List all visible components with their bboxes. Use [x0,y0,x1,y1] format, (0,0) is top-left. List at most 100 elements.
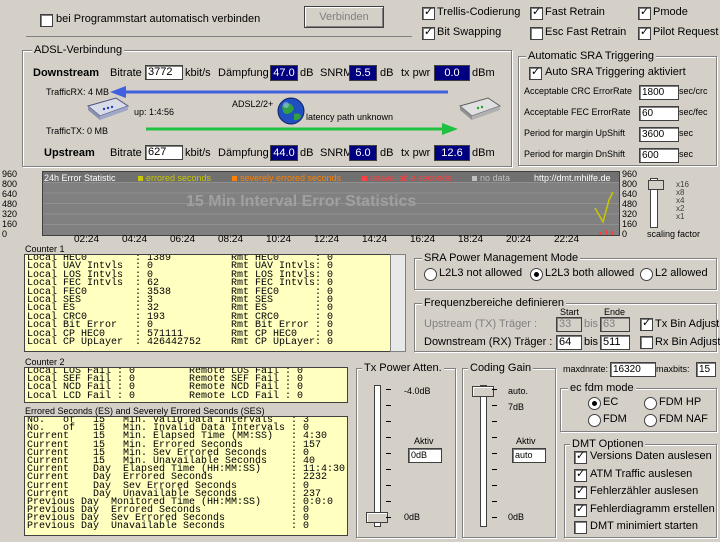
tx-bin-adjust-checkbox[interactable] [640,316,653,331]
chart-legend-1: errored seconds [146,173,212,183]
autoconnect-checkbox[interactable] [40,14,53,27]
up-db-unit: dB [300,147,314,159]
txpower-tick-0 [386,389,391,390]
down-start-field[interactable]: 64 [556,335,582,350]
down-daempfung-label: Dämpfung [218,67,269,79]
sra-row-field-0[interactable]: 1800 [639,85,679,100]
up-traeger-label: Upstream (TX) Träger : [424,318,538,330]
ecfdm-radio-2[interactable] [588,414,601,427]
coding-tick-7 [492,501,497,502]
up-bitrate-field[interactable]: 627 [145,145,183,160]
top-option-label-1: Fast Retrain [545,6,605,18]
ecfdm-label-3: FDM NAF [659,413,708,425]
latency-path: latency path unknown [306,112,394,122]
chart-ytick-3: 480 [2,199,18,209]
chart-xtick-8: 18:24 [458,234,484,245]
up-bitrate-label: Bitrate [110,147,142,159]
maxdnrate-field[interactable]: 16320 [610,362,656,377]
spm-radio-1[interactable] [530,268,543,281]
tx-bin-adjust-label: Tx Bin Adjust [655,318,720,330]
txpower-value-field[interactable]: 0dB [408,448,442,463]
maxbits-field[interactable]: 15 [696,362,716,377]
sra-row-unit-2: sec [679,128,694,138]
txpower-track[interactable] [374,385,381,527]
sra-row-label-3: Period for margin DnShift [524,149,626,159]
ecfdm-radio-3[interactable] [644,414,657,427]
chart-right-tick-1: 800 [622,179,638,189]
down-bitrate-field[interactable]: 3772 [145,65,183,80]
coding-title: Coding Gain [468,362,534,374]
dmt-option-checkbox-4[interactable] [574,521,587,534]
up-start-field[interactable]: 33 [556,317,582,332]
up-kbits-unit: kbit/s [185,147,211,159]
top-option-checkbox-1[interactable] [530,5,543,20]
ecfdm-title: ec fdm mode [568,382,636,394]
sra-enabled-label: Auto SRA Triggering aktiviert [545,66,686,78]
spm-label-2: L2 allowed [655,267,708,279]
connect-button[interactable]: Verbinden [304,6,384,28]
top-option-label-3: Bit Swapping [437,26,502,38]
dmt-option-checkbox-3[interactable] [574,502,587,517]
ecfdm-radio-0[interactable] [588,397,601,410]
chart-ytick-1: 800 [2,179,18,189]
uptime: up: 1:4:56 [134,107,175,117]
txpower-title: Tx Power Atten. [362,362,444,374]
chart-ytick-4: 320 [2,209,18,219]
txpower-aktiv-label: Aktiv [414,436,434,446]
coding-value-field[interactable]: auto [512,448,546,463]
top-option-checkbox-0[interactable] [422,5,435,20]
chart-ytick-6: 0 [2,229,8,239]
freq-ende-label: Ende [604,307,626,317]
chart-ytick-5: 160 [2,219,18,229]
up-end-field[interactable]: 63 [600,317,630,332]
spm-radio-2[interactable] [640,268,653,281]
txpower-thumb[interactable] [366,512,388,523]
top-option-checkbox-2[interactable] [638,5,651,20]
spm-radio-0[interactable] [424,268,437,281]
counter2-line-3: Local LCD Fail : 0 Remote LCD Fail : 0 [27,390,304,402]
sra-row-field-3[interactable]: 600 [639,148,679,163]
sra-row-unit-0: sec/crc [679,86,708,96]
chart-xtick-0: 02:24 [74,234,100,245]
chart-right-tick-4: 320 [622,209,638,219]
sra-title: Automatic SRA Triggering [526,50,656,62]
chart-xtick-1: 04:24 [122,234,148,245]
coding-top-label: auto. [508,386,529,396]
sra-row-field-1[interactable]: 60 [639,106,679,121]
counter1-scrollbar[interactable] [390,254,406,352]
down-end-field[interactable]: 511 [600,335,630,350]
chart-legend-swatch-1 [138,176,143,181]
down-traeger-label: Downstream (RX) Träger : [424,336,553,348]
coding-tick-5 [492,469,497,470]
top-option-checkbox-4[interactable] [530,27,543,40]
top-option-label-5: Pilot Request [653,26,719,38]
coding-tick-8 [492,517,497,518]
up-txpwr-label: tx pwr [401,147,431,159]
dmt-option-checkbox-2[interactable] [574,484,587,499]
scale-slider-thumb[interactable] [648,180,664,190]
chart-legend-3: unavailable seconds [370,173,452,183]
top-option-checkbox-3[interactable] [422,25,435,40]
spm-label-0: L2L3 not allowed [439,267,523,279]
chart-legend-swatch-3 [362,176,367,181]
adsl-title: ADSL-Verbindung [32,44,125,56]
up-bis-label: bis [584,318,599,330]
dmt-option-checkbox-1[interactable] [574,467,587,482]
dmt-option-checkbox-0[interactable] [574,449,587,464]
down-snrm-label: SNRM [320,67,353,79]
top-option-checkbox-5[interactable] [638,25,651,40]
txpower-tick-5 [386,469,391,470]
chart-xtick-6: 14:24 [362,234,388,245]
rx-bin-adjust-checkbox[interactable] [640,336,653,349]
coding-thumb[interactable] [472,386,494,397]
down-txpwr-label: tx pwr [401,67,431,79]
chart-xtick-9: 20:24 [506,234,532,245]
dmt-option-label-2: Fehlerzähler auslesen [590,485,699,497]
up-dbm-unit: dBm [472,147,495,159]
down-dbm-unit: dBm [472,67,495,79]
coding-track[interactable] [480,385,487,527]
sra-row-field-2[interactable]: 3600 [639,127,679,142]
sra-enabled-checkbox[interactable] [529,65,542,80]
unavailable-bar-1 [605,230,608,235]
ecfdm-radio-1[interactable] [644,397,657,410]
